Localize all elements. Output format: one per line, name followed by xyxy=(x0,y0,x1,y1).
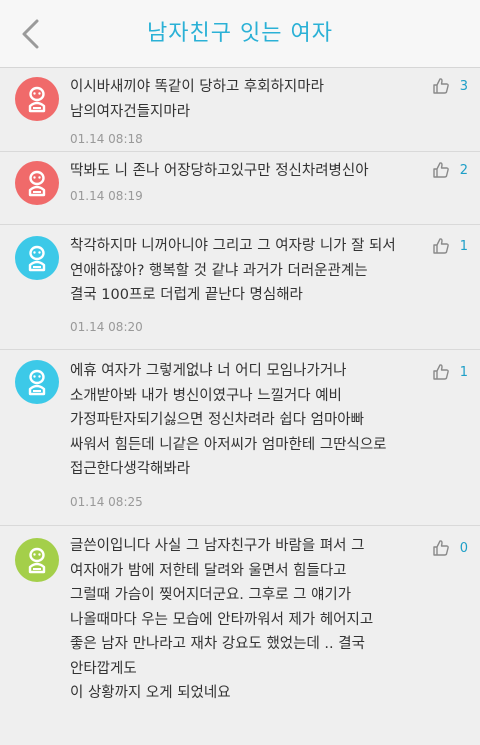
like-count: 1 xyxy=(459,364,468,380)
like-count: 0 xyxy=(459,540,468,556)
comment-timestamp: 01.14 08:20 xyxy=(70,320,143,334)
comment-item: 이시바새끼야 똑같이 당하고 후회하지마라 남의여자건들지마라 01.14 08… xyxy=(0,68,480,152)
like-button[interactable]: 3 xyxy=(432,77,468,95)
comment-text: 이시바새끼야 똑같이 당하고 후회하지마라 남의여자건들지마라 xyxy=(70,79,324,120)
comment-item: 에휴 여자가 그렇게없냐 너 어디 모임나가거나 소개받아봐 내가 병신이였구나… xyxy=(0,350,480,526)
back-button[interactable] xyxy=(12,14,48,54)
avatar xyxy=(15,161,59,205)
comment-item: 글쓴이입니다 사실 그 남자친구가 바람을 펴서 그 여자애가 밤에 저한테 달… xyxy=(0,526,480,736)
user-icon xyxy=(28,369,46,396)
thumbs-up-icon xyxy=(433,540,449,556)
comment-text: 에휴 여자가 그렇게없냐 너 어디 모임나가거나 소개받아봐 내가 병신이였구나… xyxy=(70,363,387,477)
comment-text: 글쓴이입니다 사실 그 남자친구가 바람을 펴서 그 여자애가 밤에 저한테 달… xyxy=(70,538,374,701)
comment-timestamp: 01.14 08:19 xyxy=(70,189,143,203)
like-button[interactable]: 1 xyxy=(432,363,468,381)
like-count: 1 xyxy=(459,238,468,254)
like-button[interactable]: 0 xyxy=(432,539,468,557)
like-button[interactable]: 2 xyxy=(432,161,468,179)
chevron-left-icon xyxy=(22,19,39,49)
user-icon xyxy=(28,86,46,113)
avatar xyxy=(15,236,59,280)
user-icon xyxy=(28,245,46,272)
comment-text: 착각하지마 니꺼아니야 그리고 그 여자랑 니가 잘 되서 연애하잖아? 행복할… xyxy=(70,238,396,303)
avatar xyxy=(15,77,59,121)
user-icon xyxy=(28,547,46,574)
thumbs-up-icon xyxy=(433,238,449,254)
thumbs-up-icon xyxy=(433,78,449,94)
comment-timestamp: 01.14 08:18 xyxy=(70,132,143,146)
user-icon xyxy=(28,170,46,197)
thumbs-up-icon xyxy=(433,364,449,380)
like-count: 3 xyxy=(459,78,468,94)
comment-item: 딱봐도 니 존나 어장당하고있구만 정신차려병신아 01.14 08:19 2 xyxy=(0,152,480,225)
comment-item: 착각하지마 니꺼아니야 그리고 그 여자랑 니가 잘 되서 연애하잖아? 행복할… xyxy=(0,225,480,350)
avatar xyxy=(15,538,59,582)
avatar xyxy=(15,360,59,404)
app-header: 남자친구 잇는 여자 xyxy=(0,0,480,68)
comment-list: 이시바새끼야 똑같이 당하고 후회하지마라 남의여자건들지마라 01.14 08… xyxy=(0,68,480,736)
like-button[interactable]: 1 xyxy=(432,237,468,255)
thumbs-up-icon xyxy=(433,162,449,178)
comment-timestamp: 01.14 08:25 xyxy=(70,495,143,509)
comment-text: 딱봐도 니 존나 어장당하고있구만 정신차려병신아 xyxy=(70,163,369,179)
like-count: 2 xyxy=(459,162,468,178)
page-title: 남자친구 잇는 여자 xyxy=(147,21,333,46)
